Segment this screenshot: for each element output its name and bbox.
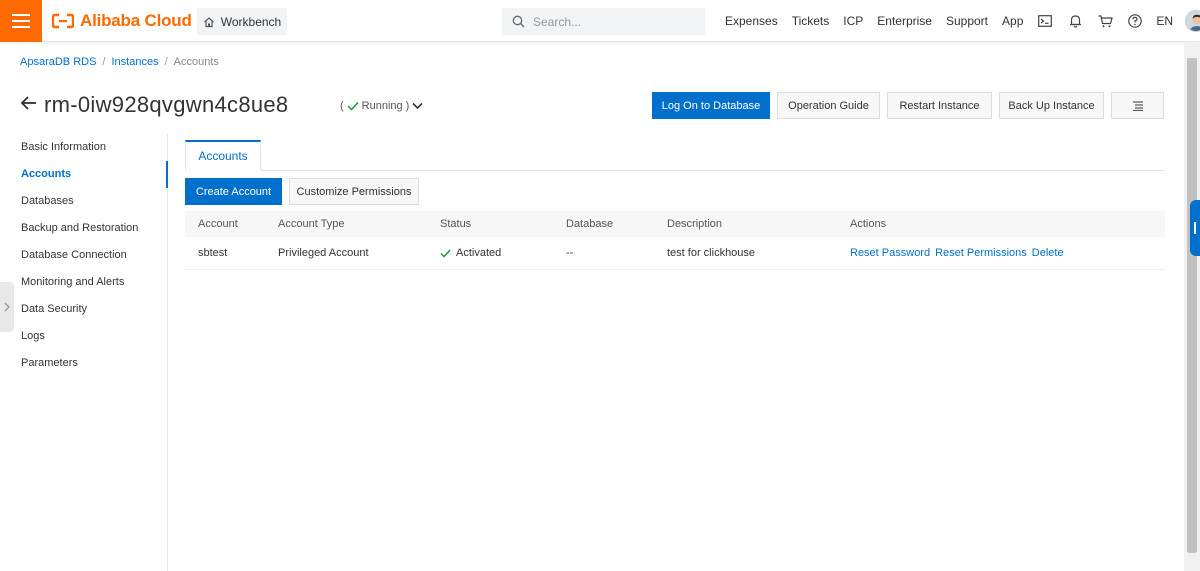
chevron-down-icon[interactable] — [412, 102, 423, 110]
more-actions-button[interactable] — [1111, 92, 1164, 119]
sidebar-item-monitoring-and-alerts[interactable]: Monitoring and Alerts — [0, 269, 167, 296]
terminal-button[interactable] — [1030, 0, 1060, 42]
top-navigation-bar: Alibaba Cloud Workbench Expenses Tickets… — [0, 0, 1200, 42]
sidebar-item-logs[interactable]: Logs — [0, 323, 167, 350]
cart-button[interactable] — [1090, 0, 1120, 42]
sidebar-item-accounts[interactable]: Accounts — [0, 161, 168, 188]
help-panel-handle[interactable] — [1190, 200, 1200, 256]
sidebar-item-data-security[interactable]: Data Security — [0, 296, 167, 323]
sidebar-item-databases[interactable]: Databases — [0, 188, 167, 215]
account-description: test for clickhouse — [667, 247, 756, 259]
instance-sidebar: Basic Information Accounts Databases Bac… — [0, 134, 168, 571]
scrollbar-thumb[interactable] — [1187, 58, 1197, 553]
status-paren-open: ( — [340, 100, 344, 112]
nav-link-enterprise[interactable]: Enterprise — [877, 14, 932, 28]
menu-bar — [12, 14, 30, 16]
breadcrumb: ApsaraDB RDS / Instances / Accounts — [20, 56, 219, 68]
chevron-right-icon — [4, 302, 10, 312]
breadcrumb-separator: / — [164, 56, 168, 68]
back-arrow-icon[interactable] — [20, 94, 38, 112]
check-icon — [440, 249, 451, 258]
accounts-toolbar: Create Account Customize Permissions — [185, 178, 419, 205]
nav-link-expenses[interactable]: Expenses — [725, 14, 778, 28]
tab-bar: Accounts — [185, 140, 1165, 171]
sidebar-item-database-connection[interactable]: Database Connection — [0, 242, 167, 269]
search-input[interactable] — [533, 14, 693, 29]
help-icon — [1128, 14, 1143, 28]
account-status: Activated — [440, 247, 566, 259]
column-header-database: Database — [566, 218, 614, 230]
table-row: sbtest Privileged Account Activated -- t… — [185, 237, 1165, 270]
reset-password-link[interactable]: Reset Password — [850, 247, 930, 259]
hamburger-menu-button[interactable] — [0, 0, 42, 42]
nav-link-tickets[interactable]: Tickets — [792, 14, 830, 28]
instance-actions: Log On to Database Operation Guide Resta… — [652, 92, 1164, 119]
column-header-account: Account — [198, 218, 238, 230]
column-header-status: Status — [440, 218, 472, 230]
bell-icon — [1069, 15, 1081, 28]
nav-link-support[interactable]: Support — [946, 14, 988, 28]
restart-instance-button[interactable]: Restart Instance — [887, 92, 992, 119]
user-avatar[interactable] — [1185, 10, 1200, 32]
breadcrumb-apsaradb-rds[interactable]: ApsaraDB RDS — [20, 56, 96, 68]
menu-bar — [12, 26, 30, 28]
status-paren-close: ) — [405, 100, 410, 112]
workbench-label: Workbench — [220, 14, 282, 29]
reset-permissions-link[interactable]: Reset Permissions — [935, 247, 1027, 259]
sidebar-expand-handle[interactable] — [0, 282, 14, 332]
list-menu-icon — [1132, 100, 1143, 111]
breadcrumb-accounts: Accounts — [173, 56, 219, 68]
alibaba-logo-icon — [52, 13, 74, 29]
nav-link-icp[interactable]: ICP — [843, 14, 863, 28]
accounts-table: Account Account Type Status Database Des… — [185, 211, 1165, 270]
account-type: Privileged Account — [278, 247, 369, 259]
breadcrumb-instances[interactable]: Instances — [111, 56, 158, 68]
status-activated: Activated — [440, 247, 566, 259]
sidebar-item-parameters[interactable]: Parameters — [0, 350, 167, 377]
notifications-button[interactable] — [1060, 0, 1090, 42]
search-icon — [512, 15, 525, 28]
log-on-to-database-button[interactable]: Log On to Database — [652, 92, 770, 119]
home-icon — [203, 16, 214, 27]
search-box[interactable] — [502, 8, 705, 35]
logo-text: Alibaba Cloud — [80, 11, 192, 30]
language-switcher[interactable]: EN — [1156, 14, 1173, 28]
create-account-button[interactable]: Create Account — [185, 178, 282, 205]
breadcrumb-separator: / — [102, 56, 106, 68]
avatar-icon — [1186, 11, 1200, 31]
table-header-row: Account Account Type Status Database Des… — [185, 211, 1165, 237]
help-button[interactable] — [1120, 0, 1150, 42]
terminal-icon — [1038, 15, 1053, 27]
instance-id-title: rm-0iw928qvgwn4c8ue8 — [44, 92, 289, 117]
nav-link-app[interactable]: App — [1002, 14, 1023, 28]
alibaba-cloud-logo[interactable]: Alibaba Cloud — [52, 11, 192, 31]
back-up-instance-button[interactable]: Back Up Instance — [999, 92, 1104, 119]
menu-bar — [12, 20, 30, 22]
operation-guide-button[interactable]: Operation Guide — [777, 92, 880, 119]
workbench-button[interactable]: Workbench — [197, 8, 287, 35]
delete-link[interactable]: Delete — [1032, 247, 1064, 259]
check-icon — [347, 101, 359, 111]
column-header-description: Description — [667, 218, 723, 230]
status-label: Activated — [456, 247, 502, 259]
sidebar-item-basic-information[interactable]: Basic Information — [0, 134, 167, 161]
account-name: sbtest — [198, 247, 228, 259]
header-nav: Expenses Tickets ICP Enterprise Support … — [718, 0, 1200, 42]
status-text: Running — [361, 100, 403, 112]
column-header-actions: Actions — [850, 218, 887, 230]
sidebar-item-backup-and-restoration[interactable]: Backup and Restoration — [0, 215, 167, 242]
instance-status: ( Running ) — [340, 100, 423, 112]
customize-permissions-button[interactable]: Customize Permissions — [289, 178, 419, 205]
cart-icon — [1098, 14, 1113, 27]
tab-accounts[interactable]: Accounts — [185, 140, 261, 171]
row-actions: Reset Password Reset Permissions Delete — [850, 247, 1165, 259]
column-header-account-type: Account Type — [278, 218, 345, 230]
account-database: -- — [566, 247, 574, 259]
